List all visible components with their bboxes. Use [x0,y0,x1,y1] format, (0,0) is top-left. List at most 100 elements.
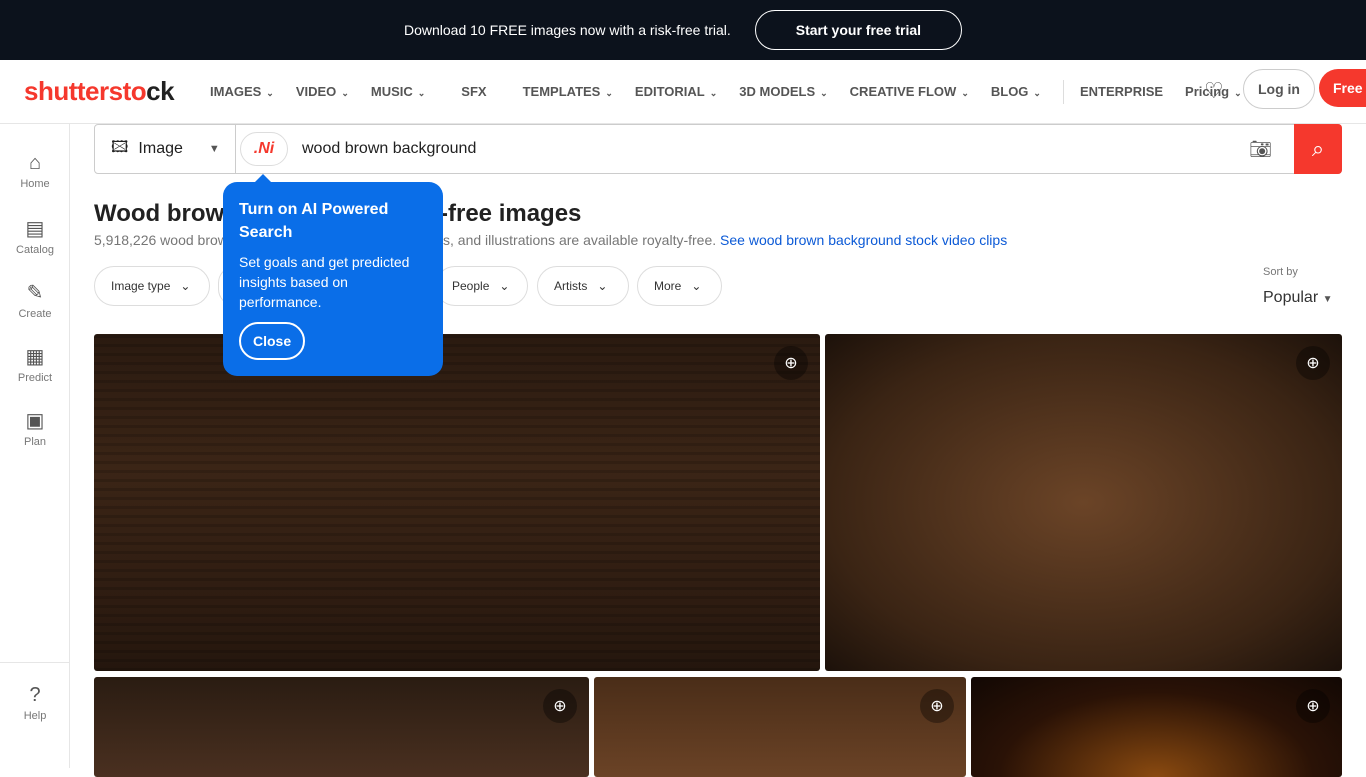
nav-item-label: BLOG [990,84,1029,99]
sidebar-item-label: Plan [23,436,47,448]
chevron-down-icon: ⌄ [691,279,702,293]
nav-divider [1062,79,1064,104]
sidebar-item-home[interactable]: ⌂ Home [0,152,70,190]
results-description-text: s, and illustrations are available royal… [443,232,717,248]
sort-label: Sort by [1263,266,1298,278]
sidebar-divider [0,662,69,663]
filter-artists[interactable]: Artists ⌄ [537,266,629,306]
promo-banner: Download 10 FREE images now with a risk-… [0,0,1366,60]
create-icon: ✎ [26,282,44,304]
sidebar-item-label: Home [20,178,50,190]
sidebar-item-label: Catalog [16,244,54,256]
chevron-down-icon: ⌄ [1033,88,1041,98]
top-nav: shutterstock IMAGES ⌄ VIDEO ⌄ MUSIC ⌄ SFX TEMPL… [0,60,1366,124]
zoom-in-icon[interactable]: ⊕ [1296,346,1330,380]
search-button[interactable]: ⌕ [1294,124,1342,174]
tooltip-body: Set goals and get predicted insights bas… [239,254,410,310]
help-icon: ? [29,684,41,706]
filter-image-type[interactable]: Image type ⌄ [94,266,210,306]
nav-item-sfx[interactable]: SFX [461,84,486,99]
start-trial-button[interactable]: Start your free trial [754,10,963,50]
predict-icon: ▦ [25,346,45,368]
nav-item-templates[interactable]: TEMPLATES ⌄ [523,84,613,99]
chevron-down-icon: ⌄ [499,279,510,293]
nav-item-enterprise[interactable]: ENTERPRISE [1080,84,1163,99]
ai-search-toggle[interactable]: .Ni [240,132,288,166]
search-type-dropdown[interactable]: 🖾 Image ▼ [95,125,236,173]
chevron-down-icon: ⌄ [417,88,426,98]
chevron-down-icon: ⌄ [605,88,613,98]
zoom-in-icon[interactable]: ⊕ [774,346,808,380]
nav-item-label: TEMPLATES [522,84,601,99]
filter-people[interactable]: People ⌄ [435,266,528,306]
catalog-icon: ▤ [25,218,45,240]
chevron-down-icon: ⌄ [597,279,608,293]
zoom-in-icon[interactable]: ⊕ [1296,689,1330,723]
nav-item-video[interactable]: VIDEO ⌄ [296,84,349,99]
nav-item-blog[interactable]: BLOG ⌄ [991,84,1041,99]
chevron-down-icon: ⌄ [1234,88,1242,98]
chevron-down-icon: ▼ [208,143,220,155]
free-trial-button[interactable]: Free trial [1319,69,1366,107]
page-title-end: -free images [440,200,582,227]
image-icon: 🖾 [111,138,129,156]
search-type-label: Image [138,140,183,157]
chevron-down-icon: ⌄ [180,279,191,293]
sidebar: ? Help ⌂ Home ▤ Catalog ✎ Create ▦ Predict ▣ Plan [0,124,70,768]
filter-more[interactable]: More ⌄ [637,266,722,306]
search-bar: 🖾 Image ▼ .Ni wood brown background 📷︎ ⌕ [94,124,1342,174]
tooltip-close-button[interactable]: Close [239,322,306,360]
video-clips-link[interactable]: See wood brown background stock video cl… [720,232,1007,248]
nav-item-label: IMAGES [210,84,262,99]
nav-item-editorial[interactable]: EDITORIAL ⌄ [635,84,717,99]
result-image[interactable]: ⊕ [825,334,1342,671]
chevron-down-icon: ⌄ [341,88,349,98]
zoom-in-icon[interactable]: ⊕ [920,689,954,723]
results-description: s, and illustrations are available royal… [443,232,1007,248]
chevron-down-icon: ▼ [1322,294,1333,305]
nav-item-label: MUSIC [370,84,413,99]
ai-search-tooltip: Turn on AI Powered Search Set goals and … [223,174,443,376]
sidebar-item-label: Predict [17,372,53,384]
home-icon: ⌂ [28,152,42,174]
chevron-down-icon: ⌄ [709,88,718,98]
filter-label: People [452,279,490,293]
result-image[interactable]: ⊕ [94,677,589,777]
nav-item-creative-flow[interactable]: CREATIVE FLOW ⌄ [850,84,969,99]
plan-icon: ▣ [25,410,45,432]
sidebar-item-label: Help [23,710,47,722]
chevron-down-icon: ⌄ [266,88,274,98]
sidebar-item-label: Create [18,308,52,320]
sidebar-item-catalog[interactable]: ▤ Catalog [0,216,70,256]
favorites-heart-icon[interactable]: ♡ [1204,78,1224,104]
nav-item-music[interactable]: MUSIC ⌄ [371,84,425,99]
login-button[interactable]: Log in [1243,69,1315,109]
sidebar-item-help[interactable]: ? Help [0,684,70,722]
nav-item-images[interactable]: IMAGES ⌄ [210,84,274,99]
tooltip-title: Turn on AI Powered Search [239,201,389,241]
nav-item-3d-models[interactable]: 3D MODELS ⌄ [739,84,827,99]
page-title: Wood brown [94,200,239,227]
search-input[interactable]: wood brown background [302,140,1249,158]
nav-item-label: EDITORIAL [634,84,705,99]
sort-dropdown[interactable]: Popular ▼ [1263,289,1333,307]
sidebar-item-create[interactable]: ✎ Create [0,280,70,320]
zoom-in-icon[interactable]: ⊕ [543,689,577,723]
filter-label: Artists [554,279,588,293]
promo-text: Download 10 FREE images now with a risk-… [403,22,731,38]
shutterstock-logo[interactable]: shutterstock [24,76,210,107]
chevron-down-icon: ⌄ [961,88,969,98]
result-image[interactable]: ⊕ [594,677,966,777]
nav-item-label: SFX [461,84,487,99]
chevron-down-icon: ⌄ [820,88,828,98]
sidebar-item-plan[interactable]: ▣ Plan [0,408,70,448]
result-image[interactable]: ⊕ [94,334,820,671]
search-icon: ⌕ [1311,136,1325,161]
nav-item-label: 3D MODELS [739,84,816,99]
camera-search-icon[interactable]: 📷︎ [1249,139,1272,160]
sidebar-item-predict[interactable]: ▦ Predict [0,344,70,384]
nav-item-label: VIDEO [295,84,337,99]
result-image[interactable]: ⊕ [971,677,1342,777]
results-count: 5,918,226 wood brow [94,232,228,248]
nav-item-label: CREATIVE FLOW [849,84,957,99]
